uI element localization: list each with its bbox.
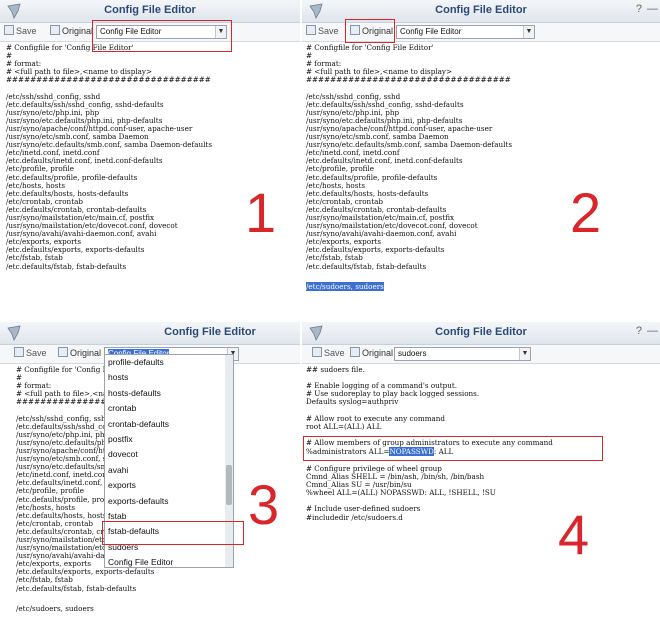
- dropdown-option[interactable]: avahi: [105, 463, 233, 478]
- save-icon: [14, 347, 24, 357]
- added-line[interactable]: /etc/sudoers, sudoers: [16, 604, 94, 613]
- file-select[interactable]: sudoers ▼: [394, 347, 531, 361]
- highlight-box: [345, 19, 395, 43]
- chevron-down-icon[interactable]: ▼: [519, 348, 530, 360]
- dropdown-option[interactable]: hosts-defaults: [105, 386, 233, 401]
- config-text[interactable]: # Configfile for 'Config File Editor' # …: [6, 43, 212, 271]
- dropdown-option[interactable]: profile-defaults: [105, 355, 233, 370]
- dropdown-option[interactable]: postfix: [105, 432, 233, 447]
- dropdown-option[interactable]: Config File Editor: [105, 555, 233, 570]
- help-button[interactable]: ?: [636, 325, 642, 337]
- toolbar: Save Original sudoers ▼: [302, 345, 660, 364]
- scrollbar-thumb[interactable]: [226, 465, 232, 505]
- panel-2: Config File Editor ? — Save Original Con…: [302, 0, 660, 315]
- added-line[interactable]: /etc/sudoers, sudoers: [306, 282, 384, 291]
- step-number: 1: [245, 181, 277, 244]
- highlight-box: [303, 436, 603, 461]
- save-button[interactable]: Save: [306, 25, 339, 36]
- config-text[interactable]: # Configfile for 'Config File Editor' # …: [306, 43, 512, 271]
- window-title: Config File Editor: [435, 4, 527, 16]
- dropdown-option[interactable]: crontab: [105, 401, 233, 416]
- file-select[interactable]: Config File Editor▼: [396, 25, 535, 39]
- title-bar: Config File Editor ? —: [302, 322, 660, 345]
- save-icon: [4, 25, 14, 35]
- panel-4: Config File Editor ? — Save Original sud…: [302, 322, 660, 633]
- window-title: Config File Editor: [104, 4, 196, 16]
- sudoers-text-bottom[interactable]: # Configure privilege of wheel group Cmn…: [306, 464, 496, 522]
- minimize-button[interactable]: —: [647, 325, 658, 337]
- minimize-button[interactable]: —: [647, 3, 658, 15]
- window-title: Config File Editor: [164, 326, 256, 338]
- original-button[interactable]: Original: [350, 347, 393, 358]
- document-icon: [50, 25, 60, 35]
- save-button[interactable]: Save: [14, 347, 47, 358]
- save-button[interactable]: Save: [4, 25, 37, 36]
- chevron-down-icon[interactable]: ▼: [523, 26, 534, 38]
- dropdown-option[interactable]: hosts: [105, 370, 233, 385]
- panel-1: Config File Editor Save Original Config …: [0, 0, 300, 315]
- window-title: Config File Editor: [435, 326, 527, 338]
- panel-3: Config File Editor Save Original Config …: [0, 322, 300, 633]
- document-icon: [350, 347, 360, 357]
- dropdown-option[interactable]: dovecot: [105, 447, 233, 462]
- original-button[interactable]: Original: [50, 25, 93, 36]
- help-button[interactable]: ?: [636, 3, 642, 15]
- save-icon: [312, 347, 322, 357]
- step-number: 4: [558, 503, 590, 566]
- sudoers-text-top[interactable]: ## sudoers file. # Enable logging of a c…: [306, 365, 479, 431]
- original-button[interactable]: Original: [58, 347, 101, 358]
- document-icon: [58, 347, 68, 357]
- save-icon: [306, 25, 316, 35]
- dropdown-option[interactable]: crontab-defaults: [105, 417, 233, 432]
- title-bar: Config File Editor: [0, 322, 300, 345]
- highlight-box: [102, 521, 244, 545]
- step-number: 3: [248, 473, 280, 536]
- dropdown-option[interactable]: exports: [105, 478, 233, 493]
- step-number: 2: [570, 181, 602, 244]
- app-logo-icon: [7, 325, 21, 341]
- dropdown-option[interactable]: exports-defaults: [105, 494, 233, 509]
- save-button[interactable]: Save: [312, 347, 345, 358]
